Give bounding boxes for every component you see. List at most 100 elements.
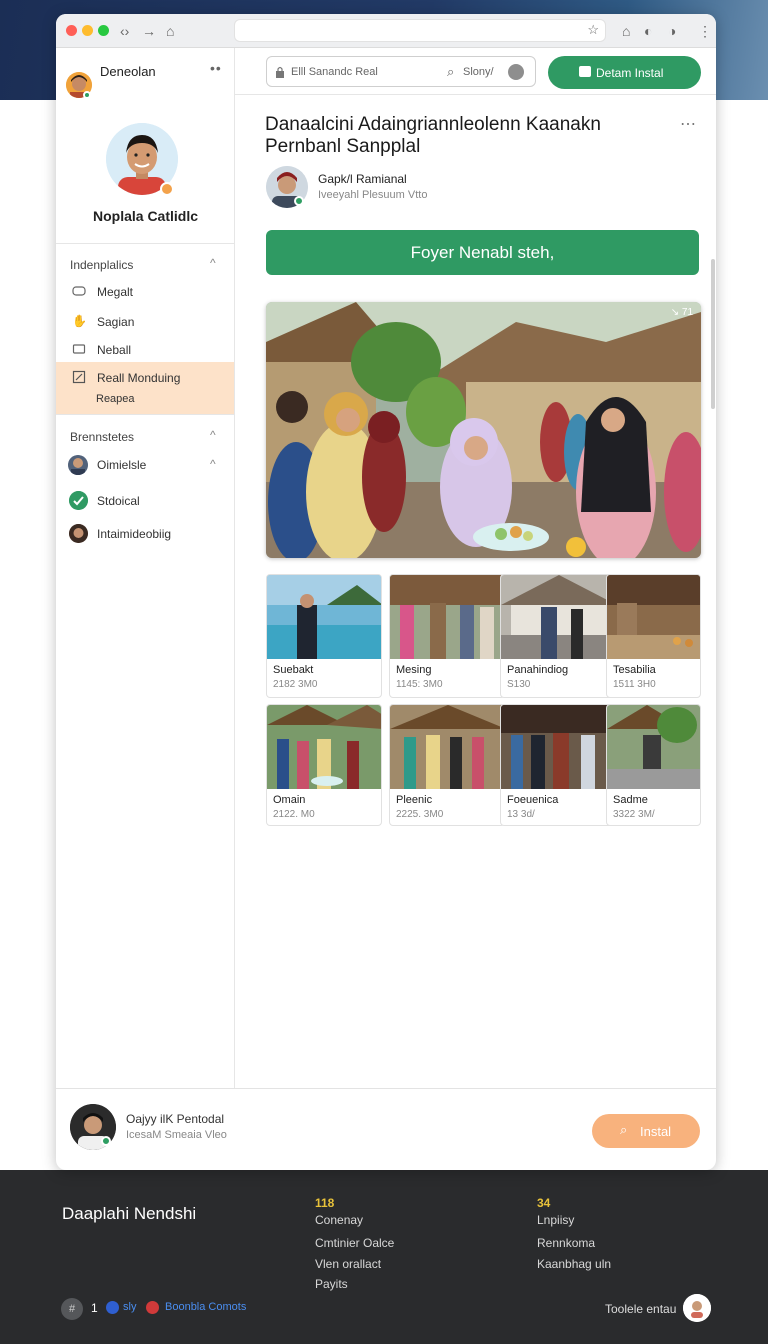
- shield-icon[interactable]: ⌂: [622, 22, 630, 40]
- scrollbar[interactable]: [711, 259, 715, 409]
- thumbnail-title: Panahindiog: [507, 664, 569, 676]
- footer-link[interactable]: Kaanbhag uln: [537, 1257, 611, 1271]
- online-status-icon: [101, 1136, 111, 1146]
- bottom-user-name: Oajyy ilK Pentodal: [126, 1112, 225, 1126]
- author-subtitle: Iveeyahl Plesuum Vtto: [318, 189, 428, 201]
- thumbnail-card[interactable]: Tesabilia 1511 3H0: [606, 574, 701, 698]
- sidebar-item-label: Megalt: [97, 285, 134, 299]
- check-icon: [69, 491, 88, 510]
- footer-avatar[interactable]: [683, 1294, 711, 1322]
- search-label: Slony/: [463, 66, 494, 78]
- footer-title: Daaplahi Nendshi: [62, 1204, 197, 1223]
- install-button[interactable]: ⌕ Instal: [592, 1114, 700, 1148]
- sidebar-item-oimielsle[interactable]: Oimielsle ^: [56, 453, 234, 479]
- browser-menu-icon[interactable]: ⋮: [698, 22, 712, 40]
- sidebar-item-stdoical[interactable]: Stdoical: [56, 489, 234, 515]
- thumbnail-card[interactable]: Panahindiog S130: [500, 574, 616, 698]
- online-status-icon: [83, 91, 91, 99]
- thumbnail-card[interactable]: Foeuenica 13 3d/: [500, 704, 616, 826]
- profile-name: Noplala Catlidlc: [92, 208, 199, 224]
- footer-link[interactable]: Payits: [315, 1277, 348, 1291]
- chevron-up-icon[interactable]: ^: [210, 457, 216, 471]
- sidebar-item-label: Intaimideobiig: [97, 527, 172, 541]
- thumbnail-subtitle: 3322 3M/: [613, 809, 655, 820]
- thumbnail-subtitle: 2225. 3M0: [396, 809, 444, 820]
- hero-image[interactable]: ↘ 71: [266, 302, 701, 558]
- search-input[interactable]: Elll Sanandc Real ⌕ Slony/: [266, 56, 536, 87]
- settings-icon[interactable]: [508, 64, 524, 80]
- thumbnail-title: Foeuenica: [507, 794, 559, 806]
- extension-icon[interactable]: ◑: [668, 22, 676, 40]
- thumbnail-card[interactable]: Suebakt 2182 3M0: [266, 574, 382, 698]
- footer-tag[interactable]: sly: [123, 1301, 136, 1313]
- gamepad-icon: [72, 284, 86, 298]
- thumbnail-title: Omain: [273, 794, 306, 806]
- sidebar-item-label: Oimielsle: [97, 458, 147, 472]
- footer-col1-count: 118: [315, 1196, 335, 1210]
- author-name[interactable]: Gapk/l Ramianal: [318, 172, 407, 186]
- hashtag-icon[interactable]: #: [61, 1298, 83, 1320]
- browser-toolbar: ‹› → ⌂ ☆ ⌂ ◐ ◑ ⋮: [56, 14, 716, 48]
- address-bar[interactable]: ☆: [234, 19, 606, 42]
- avatar: [68, 455, 88, 475]
- home-icon[interactable]: ⌂: [166, 22, 174, 40]
- forward-icon[interactable]: →: [142, 22, 156, 40]
- footer-tag[interactable]: Boonbla Comots: [165, 1301, 246, 1313]
- thumbnail-card[interactable]: Omain 2122. M0: [266, 704, 382, 826]
- divider: [56, 243, 235, 244]
- footer-link[interactable]: Cmtinier Oalce: [315, 1236, 394, 1250]
- sidebar-item-sagian[interactable]: ✋ Sagian: [56, 310, 234, 336]
- bookmark-star-icon[interactable]: ☆: [587, 22, 599, 38]
- install-button[interactable]: Detam Instal: [548, 56, 701, 89]
- footer-link[interactable]: Vlen orallact: [315, 1257, 381, 1271]
- thumbnail-subtitle: 1511 3H0: [613, 679, 656, 690]
- more-options-icon[interactable]: ⋯: [680, 114, 697, 134]
- cta-button[interactable]: Foyer Nenabl steh,: [266, 230, 699, 275]
- sidebar-item-neball[interactable]: Neball: [56, 338, 234, 364]
- thumbnail-subtitle: 1145: 3M0: [396, 679, 443, 690]
- bag-icon: [579, 66, 591, 77]
- online-status-icon: [294, 196, 304, 206]
- back-icon[interactable]: ‹›: [120, 22, 129, 40]
- chevron-up-icon[interactable]: ^: [210, 428, 216, 442]
- thumbnail-subtitle: 2122. M0: [273, 809, 315, 820]
- section-title-indenplalics: Indenplalics: [70, 258, 134, 272]
- sidebar-item-megalt[interactable]: Megalt: [56, 280, 234, 306]
- close-window-button[interactable]: [66, 25, 77, 36]
- bottom-user-subtitle: IcesaM Smeaia Vleo: [126, 1129, 227, 1141]
- section-title-brennstetes: Brennstetes: [70, 430, 135, 444]
- sidebar-item-reall-monduing[interactable]: Reall Monduing Reapea: [56, 362, 234, 414]
- maximize-window-button[interactable]: [98, 25, 109, 36]
- sidebar-item-label: Stdoical: [97, 494, 140, 508]
- footer-link[interactable]: Rennkoma: [537, 1236, 595, 1250]
- minimize-window-button[interactable]: [82, 25, 93, 36]
- thumbnail-subtitle: S130: [507, 679, 531, 690]
- more-options-icon[interactable]: ••: [210, 60, 222, 76]
- divider: [235, 94, 716, 95]
- sidebar-item-label: Reall Monduing: [97, 371, 181, 385]
- sidebar-item-sublabel: Reapea: [96, 393, 135, 405]
- browser-window: ‹› → ⌂ ☆ ⌂ ◐ ◑ ⋮ Deneolan •• Noplala Cat…: [56, 14, 716, 1170]
- thumbnail-title: Suebakt: [273, 664, 314, 676]
- sidebar-item-label: Neball: [97, 343, 132, 357]
- avatar: [69, 524, 88, 543]
- edit-icon: [72, 370, 86, 384]
- footer-link[interactable]: Conenay: [315, 1213, 363, 1227]
- red-dot-icon: [146, 1301, 159, 1314]
- search-placeholder: Elll Sanandc Real: [291, 66, 378, 78]
- contrast-icon[interactable]: ◐: [644, 22, 652, 40]
- thumbnail-card[interactable]: Mesing 1145: 3M0: [389, 574, 505, 698]
- thumbnail-title: Pleenic: [396, 794, 433, 806]
- search-icon[interactable]: ⌕: [447, 64, 454, 80]
- thumbnail-card[interactable]: Sadme 3322 3M/: [606, 704, 701, 826]
- footer-link[interactable]: Lnpiisy: [537, 1213, 574, 1227]
- sidebar-item-label: Sagian: [97, 315, 135, 329]
- sidebar-item-intaimideobiig[interactable]: Intaimideobiig: [56, 522, 234, 548]
- footer-right-label[interactable]: Toolele entau: [605, 1302, 676, 1316]
- chevron-up-icon[interactable]: ^: [210, 256, 216, 270]
- blue-dot-icon: [106, 1301, 119, 1314]
- thumbnail-card[interactable]: Pleenic 2225. 3M0: [389, 704, 505, 826]
- lock-icon: [275, 65, 285, 78]
- user-name: Deneolan: [100, 64, 156, 79]
- thumbnail-title: Mesing: [396, 664, 432, 676]
